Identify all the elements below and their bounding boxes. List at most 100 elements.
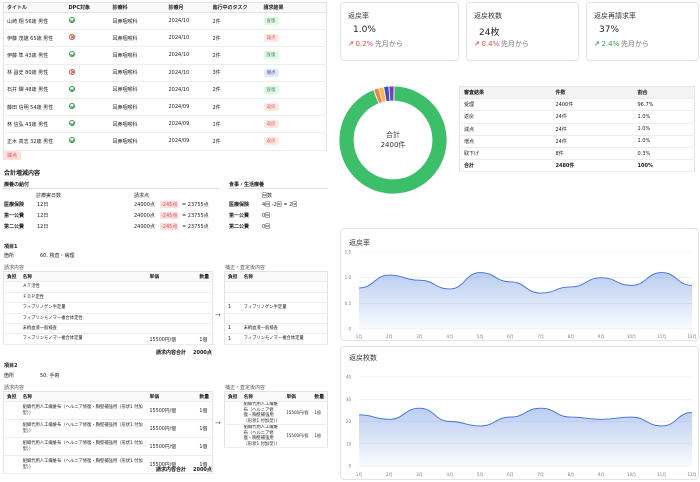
claim-row[interactable]: 山崎 翔 56歳 男性 耳鼻咽喉科 2024/10 2件 査復 — [3, 12, 327, 31]
claim-month: 2024/10 — [165, 81, 210, 99]
col-qty: 数量 — [196, 271, 213, 283]
item1-corrected-table: 負担 名称 1 フィブリノゲン半定量 1 末梢血液一般検査 1 フィブリンモノマー複合体定量 — [224, 271, 328, 345]
col-dept: 診療科 — [109, 2, 166, 13]
return-count-chart-title: 返戻枚数 — [349, 354, 377, 362]
item-qty — [196, 323, 213, 335]
result-badge: 査復 — [263, 85, 279, 94]
summary-cell: 1.0% — [633, 135, 695, 148]
item2-corrected-table: 負担 名称 単価 数量 組織代用人工繊維布（ヘルニア修復・胸壁補強用（形状1 付加型））… — [224, 391, 328, 449]
col-burden: 負担 — [3, 391, 20, 403]
summary-row: 増点 24件 1.0% — [459, 135, 695, 148]
donut-center-label: 合計 — [386, 130, 400, 139]
summary-row: 取下げ 8件 0.3% — [459, 147, 695, 161]
benefit-row: 第一公費 12日 24000点 -245点 = 23755点 — [4, 212, 220, 223]
claim-title[interactable]: 藤田 信明 54歳 男性 — [3, 98, 66, 117]
item-unit — [146, 323, 197, 335]
meal-rows: 医療保険 4回 -2回 = 2回 第一公費 0回 第二公費 0回 — [229, 201, 329, 234]
summary-cell: 24件 — [551, 123, 634, 136]
benefit-days: 12日 — [37, 213, 49, 219]
col-burden: 負担 — [224, 271, 241, 283]
x-tick-label: 12月 — [687, 334, 696, 339]
summary-col-header: 審査結果 — [459, 86, 552, 100]
item1-title: 項目1 — [4, 244, 18, 250]
kpi-sub: 先月から — [500, 40, 529, 48]
claim-title[interactable]: 林 昌史 80歳 男性 — [3, 64, 66, 82]
item-name: 組織代用人工繊維布（ヘルニア修復・胸壁補強用（形状1 付加型）） — [19, 437, 147, 457]
claim-result-cell: 増点 — [260, 64, 327, 82]
benefit-after: = 23755点 — [182, 224, 209, 230]
claim-month: 2024/10 — [165, 29, 210, 48]
benefit-before: 24000点 — [134, 213, 155, 219]
dpc-cell — [65, 115, 110, 134]
benefit-label: 第二公費 — [4, 224, 25, 230]
kpi-value: 24枚 — [479, 28, 500, 38]
claim-title[interactable]: 山崎 翔 56歳 男性 — [3, 12, 66, 31]
item-unit: 15500円/個 — [146, 333, 197, 345]
return-rate-chart: 0 0.5 1.0 1.5 1月 2月 3月 4月 5月 6月 7月 8月 9月 10月 11月 12月 — [345, 250, 697, 340]
result-summary-table: 審査結果 件数 割合 受理 2400件 96.7% 返戻 24件 1.0% 減点 24件 1.0% 増点… — [459, 86, 695, 173]
claim-row[interactable]: 藤田 信明 54歳 男性 耳鼻咽喉科 2024/09 2件 返戻 — [3, 98, 327, 117]
col-days: 診療実日数 — [36, 193, 62, 199]
claim-row[interactable]: 林 信弘 43歳 男性 耳鼻咽喉科 2024/09 1件 返戻 — [3, 115, 327, 134]
meal-value: 0回 — [262, 224, 271, 230]
check-circle-icon — [68, 17, 75, 24]
return-rate-chart-card: 返戻率 0 0.5 1.0 1.5 1月 2月 3月 4月 5月 6月 7月 8月 9月 10月 11月 12… — [340, 228, 699, 341]
summary-cell: 受理 — [459, 98, 552, 112]
claim-title[interactable]: 林 信弘 43歳 男性 — [3, 115, 66, 134]
item-unit — [146, 302, 197, 314]
y-tick-label: 10 — [346, 441, 352, 446]
kpi-delta: 2.4% — [601, 40, 620, 48]
item1-corrected-label: 補正・査定後内容 — [225, 265, 266, 271]
item2-request-label: 請求内容 — [4, 385, 25, 391]
col-title: タイトル — [3, 2, 66, 13]
claim-tasks: 2件 — [209, 12, 261, 31]
claim-dept: 耳鼻咽喉科 — [109, 132, 166, 151]
claim-row[interactable]: 正木 真志 32歳 男性 耳鼻咽喉科 2024/09 2件 返戻 — [3, 132, 327, 151]
summary-cell: 8件 — [551, 147, 634, 161]
x-tick-label: 4月 — [447, 472, 454, 477]
x-tick-label: 8月 — [568, 334, 575, 339]
claim-title[interactable]: 伊藤 茂雄 65歳 男性 — [3, 29, 66, 48]
col-name: 名称 — [240, 271, 328, 283]
claim-title[interactable]: 石井 輝 48歳 男性 — [3, 81, 66, 99]
table-header-row: 負担 名称 — [224, 271, 328, 283]
claim-row[interactable]: 伊藤 隼 43歳 男性 耳鼻咽喉科 2024/10 2件 査復 — [3, 46, 327, 65]
x-tick-label: 9月 — [598, 334, 605, 339]
item-qty: 1個 — [196, 419, 213, 439]
table-row — [224, 292, 328, 304]
summary-row: 減点 24件 1.0% — [459, 123, 695, 136]
item-name: 組織代用人工繊維布（ヘルニア修復・胸壁補強用（形状1 付加型）） — [19, 401, 147, 421]
y-tick-label: 40 — [346, 375, 352, 380]
item-name: フィブリンモノマー複合体定量 — [240, 333, 328, 345]
claim-title[interactable]: 正木 真志 32歳 男性 — [3, 132, 66, 151]
kpi-label: 返戻率 — [348, 12, 369, 20]
arrow-up-right-icon: ↗ — [474, 40, 480, 48]
summary-cell: 24件 — [551, 135, 634, 148]
x-tick-label: 1月 — [356, 472, 363, 477]
claim-row[interactable]: 伊藤 茂雄 65歳 男性 耳鼻咽喉科 2024/10 2件 減点 — [3, 29, 327, 48]
dpc-cell — [65, 81, 110, 99]
col-points: 請求点 — [134, 193, 150, 199]
claim-row[interactable]: 林 昌史 80歳 男性 耳鼻咽喉科 2024/10 3件 増点 — [3, 64, 327, 82]
item-name: 組織代用人工繊維布（ヘルニア修復・胸壁補強用（形状1 付加型）） — [240, 424, 284, 449]
item-name: 末梢血液一般検査 — [19, 323, 147, 335]
claims-table: タイトル DPC対象 診療科 診療月 進行中のタスク 請求結果 山崎 翔 56歳… — [3, 2, 327, 151]
claim-dept: 耳鼻咽喉科 — [109, 98, 166, 117]
claim-title[interactable]: 伊藤 隼 43歳 男性 — [3, 46, 66, 65]
summary-total-cell: 2480件 — [551, 159, 634, 173]
result-badge: 増点 — [263, 68, 279, 77]
meal-label: 第二公費 — [229, 224, 250, 230]
check-circle-icon — [68, 85, 75, 92]
col-tasks: 進行中のタスク — [209, 2, 261, 13]
donut-center-value: 2400件 — [381, 140, 406, 149]
summary-cell: 返戻 — [459, 110, 552, 124]
dpc-cell — [65, 64, 110, 82]
result-badge: 査復 — [263, 17, 279, 26]
result-badge: 減点 — [263, 34, 279, 43]
table-row: ＦＤＰ定性 — [3, 292, 213, 304]
benefit-row: 第二公費 12日 24000点 -245点 = 23755点 — [4, 223, 220, 234]
claim-row[interactable]: 石井 輝 48歳 男性 耳鼻咽喉科 2024/10 2件 査復 — [3, 81, 327, 99]
table-row — [224, 281, 328, 293]
y-tick-label: 0.5 — [345, 301, 352, 306]
check-circle-icon — [68, 137, 75, 144]
